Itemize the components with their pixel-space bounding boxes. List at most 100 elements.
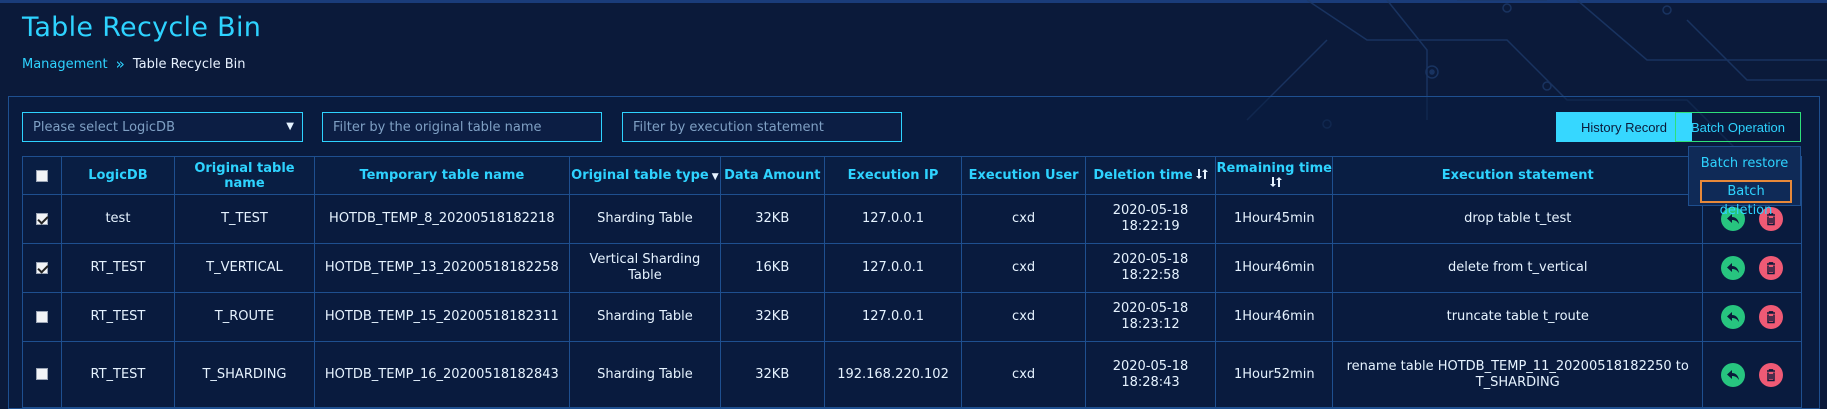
breadcrumb-current: Table Recycle Bin (132, 57, 246, 72)
header-original-table-type-label: Original table type (571, 168, 709, 183)
breadcrumb: Management » Table Recycle Bin (22, 55, 246, 73)
row-checkbox[interactable] (35, 261, 48, 274)
cell-execution-statement: delete from t_vertical (1332, 243, 1704, 293)
restore-button[interactable] (1721, 305, 1746, 329)
sort-icon[interactable] (1269, 176, 1282, 188)
cell-original-table-type: Sharding Table (568, 292, 721, 342)
cell-data-amount: 16KB (719, 243, 825, 293)
cell-operations (1702, 243, 1802, 293)
deletion-clock: 18:22:58 (1121, 268, 1180, 283)
cell-original-table-type: Sharding Table (568, 341, 721, 408)
table-row: RT_TEST T_ROUTE HOTDB_TEMP_15_2020051818… (22, 292, 1802, 342)
cell-remaining-time: 1Hour52min (1215, 341, 1334, 408)
delete-button[interactable] (1759, 256, 1784, 280)
batch-operation-dropdown: Batch restore Batch deletion (1688, 146, 1801, 218)
cell-operations (1702, 341, 1802, 408)
row-select-cell (22, 341, 62, 408)
history-record-button[interactable]: History Record (1556, 112, 1692, 142)
page-title: Table Recycle Bin (22, 12, 262, 43)
breadcrumb-management-link[interactable]: Management (22, 57, 108, 72)
deletion-date: 2020-05-18 (1112, 358, 1189, 374)
logicdb-select[interactable]: Please select LogicDB ▼ (22, 112, 303, 142)
cell-execution-user: cxd (961, 194, 1086, 244)
cell-remaining-time: 1Hour45min (1215, 194, 1334, 244)
cell-temporary-table-name: HOTDB_TEMP_13_20200518182258 (313, 243, 570, 293)
cell-data-amount: 32KB (719, 194, 825, 244)
header-original-table-name: Original table name (174, 156, 315, 195)
cell-execution-user: cxd (961, 243, 1086, 293)
header-deletion-time-label: Deletion time (1093, 168, 1193, 183)
header-data-amount: Data Amount (719, 156, 825, 195)
deletion-date: 2020-05-18 (1112, 252, 1189, 267)
cell-execution-statement: truncate table t_route (1332, 292, 1704, 342)
cell-execution-user: cxd (961, 341, 1086, 408)
header-remaining-time[interactable]: Remaining time (1215, 156, 1334, 195)
restore-arrow-icon (1727, 369, 1740, 380)
header-execution-statement: Execution statement (1332, 156, 1704, 195)
header-logicdb: LogicDB (60, 156, 176, 195)
batch-restore-item[interactable]: Batch restore (1689, 156, 1800, 171)
restore-button[interactable] (1721, 256, 1746, 280)
cell-deletion-time: 2020-05-18 18:28:43 (1084, 341, 1217, 408)
header-deletion-time[interactable]: Deletion time (1084, 156, 1217, 195)
cell-execution-ip: 192.168.220.102 (823, 341, 963, 408)
row-checkbox[interactable] (35, 368, 48, 380)
deletion-date: 2020-05-18 (1112, 203, 1189, 218)
delete-button[interactable] (1759, 362, 1784, 387)
header-execution-ip: Execution IP (823, 156, 963, 195)
delete-button[interactable] (1759, 305, 1784, 329)
cell-temporary-table-name: HOTDB_TEMP_8_20200518182218 (313, 194, 570, 244)
sort-icon[interactable] (1195, 168, 1208, 180)
cell-original-table-type: Vertical Sharding Table (568, 243, 721, 293)
deletion-date: 2020-05-18 (1112, 301, 1189, 316)
batch-operation-button[interactable]: Batch Operation (1675, 112, 1801, 142)
batch-deletion-item[interactable]: Batch deletion (1700, 180, 1792, 218)
header-original-table-type[interactable]: Original table type ▼ (568, 156, 721, 195)
cell-data-amount: 32KB (719, 292, 825, 342)
deletion-clock: 18:28:43 (1121, 374, 1180, 390)
restore-arrow-icon (1727, 263, 1740, 273)
row-select-cell (22, 292, 62, 342)
cell-original-table-type: Sharding Table (568, 194, 721, 244)
trash-icon (1767, 311, 1776, 324)
table-row: test T_TEST HOTDB_TEMP_8_20200518182218 … (22, 194, 1802, 244)
logicdb-select-placeholder: Please select LogicDB (33, 119, 175, 135)
table-row: RT_TEST T_SHARDING HOTDB_TEMP_16_2020051… (22, 341, 1802, 408)
cell-execution-statement: rename table HOTDB_TEMP_11_2020051818225… (1332, 341, 1704, 408)
cell-deletion-time: 2020-05-18 18:22:19 (1084, 194, 1217, 244)
cell-original-table-name: T_ROUTE (174, 292, 315, 342)
cell-remaining-time: 1Hour46min (1215, 292, 1334, 342)
caret-down-icon: ▼ (286, 121, 294, 132)
trash-icon (1767, 262, 1776, 275)
cell-deletion-time: 2020-05-18 18:22:58 (1084, 243, 1217, 293)
execution-statement-filter[interactable]: Filter by execution statement (622, 112, 902, 142)
row-checkbox[interactable] (35, 310, 48, 323)
cell-execution-ip: 127.0.0.1 (823, 243, 963, 293)
row-checkbox[interactable] (35, 212, 48, 225)
cell-original-table-name: T_TEST (174, 194, 315, 244)
original-table-name-filter[interactable]: Filter by the original table name (322, 112, 602, 142)
cell-remaining-time: 1Hour46min (1215, 243, 1334, 293)
cell-execution-ip: 127.0.0.1 (823, 292, 963, 342)
cell-temporary-table-name: HOTDB_TEMP_16_20200518182843 (313, 341, 570, 408)
select-all-cell (22, 156, 62, 195)
cell-original-table-name: T_VERTICAL (174, 243, 315, 293)
cell-original-table-name: T_SHARDING (174, 341, 315, 408)
select-all-checkbox[interactable] (35, 169, 48, 182)
top-border (0, 0, 1827, 3)
cell-execution-statement: drop table t_test (1332, 194, 1704, 244)
header-execution-user: Execution User (961, 156, 1086, 195)
cell-data-amount: 32KB (719, 341, 825, 408)
deletion-clock: 18:23:12 (1121, 317, 1180, 332)
cell-logicdb: test (60, 194, 176, 244)
restore-button[interactable] (1721, 362, 1746, 387)
header-temporary-table-name: Temporary table name (313, 156, 570, 195)
filter-caret-icon[interactable]: ▼ (712, 172, 719, 182)
execution-statement-filter-placeholder: Filter by execution statement (633, 119, 824, 135)
restore-arrow-icon (1727, 312, 1740, 322)
cell-execution-user: cxd (961, 292, 1086, 342)
cell-logicdb: RT_TEST (60, 292, 176, 342)
recycle-bin-table: LogicDB Original table name Temporary ta… (22, 156, 1802, 408)
breadcrumb-separator: » (115, 55, 125, 73)
cell-temporary-table-name: HOTDB_TEMP_15_20200518182311 (313, 292, 570, 342)
